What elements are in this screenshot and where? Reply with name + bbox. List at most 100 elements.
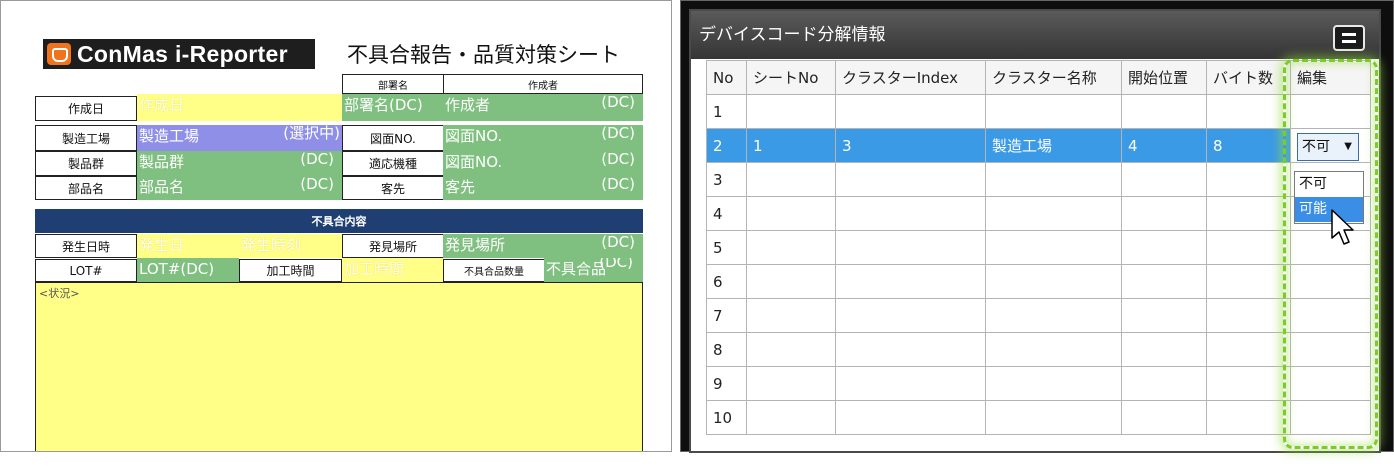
cell-sheet[interactable]	[746, 196, 836, 231]
cell-index[interactable]	[835, 94, 986, 129]
table-row[interactable]: 3	[706, 162, 1371, 197]
cell-name[interactable]	[985, 162, 1122, 197]
product-group-field[interactable]: 製品群 (DC)	[137, 151, 342, 176]
cell-no[interactable]: 7	[706, 298, 747, 333]
cell-start[interactable]	[1121, 230, 1207, 265]
lot-field[interactable]: LOT#(DC)	[137, 258, 239, 282]
table-row[interactable]: 2 1 3 製造工場 4 8 不可 ▼	[706, 128, 1371, 163]
cell-sheet[interactable]	[746, 332, 836, 367]
processing-time-field[interactable]: 加工時間	[342, 258, 444, 282]
part-name-field[interactable]: 部品名 (DC)	[137, 176, 342, 200]
cell-name[interactable]	[985, 196, 1122, 231]
cell-no[interactable]: 2	[706, 128, 747, 163]
table-row[interactable]: 5	[706, 230, 1371, 265]
cell-sheet[interactable]	[746, 298, 836, 333]
cell-edit[interactable]	[1290, 298, 1371, 333]
table-row[interactable]: 9	[706, 366, 1371, 401]
cell-no[interactable]: 8	[706, 332, 747, 367]
cell-name[interactable]	[985, 366, 1122, 401]
table-row[interactable]: 6	[706, 264, 1371, 299]
column-header-sheet-no[interactable]: シートNo	[746, 60, 836, 95]
cell-edit[interactable]	[1290, 366, 1371, 401]
cell-bytes[interactable]	[1206, 332, 1291, 367]
cell-start[interactable]	[1121, 298, 1207, 333]
column-header-no[interactable]: No	[706, 60, 747, 95]
cell-index[interactable]	[835, 230, 986, 265]
cell-edit[interactable]	[1290, 94, 1371, 129]
cell-bytes[interactable]	[1206, 400, 1291, 435]
cell-start[interactable]	[1121, 366, 1207, 401]
occurrence-time-field[interactable]: 発生時刻	[239, 234, 342, 258]
cell-start[interactable]	[1121, 162, 1207, 197]
cell-bytes[interactable]	[1206, 366, 1291, 401]
cell-start[interactable]: 4	[1121, 128, 1207, 163]
column-header-byte-count[interactable]: バイト数	[1206, 60, 1291, 95]
menu-button[interactable]	[1333, 25, 1365, 51]
defect-count-field[interactable]: 不具合品 (DC)	[544, 258, 643, 282]
cell-bytes[interactable]	[1206, 230, 1291, 265]
cell-name[interactable]: 製造工場	[985, 128, 1122, 163]
cell-index[interactable]	[835, 298, 986, 333]
cell-no[interactable]: 10	[706, 400, 747, 435]
cell-sheet[interactable]	[746, 366, 836, 401]
cell-index[interactable]	[835, 400, 986, 435]
cell-no[interactable]: 6	[706, 264, 747, 299]
cell-sheet[interactable]	[746, 400, 836, 435]
table-row[interactable]: 10	[706, 400, 1371, 435]
cell-no[interactable]: 4	[706, 196, 747, 231]
cell-no[interactable]: 5	[706, 230, 747, 265]
table-row[interactable]: 4	[706, 196, 1371, 231]
cell-edit[interactable]	[1290, 400, 1371, 435]
cell-name[interactable]	[985, 94, 1122, 129]
cell-sheet[interactable]	[746, 162, 836, 197]
cell-bytes[interactable]	[1206, 196, 1291, 231]
cell-start[interactable]	[1121, 264, 1207, 299]
cell-bytes[interactable]	[1206, 264, 1291, 299]
status-area[interactable]: <状況>	[35, 282, 643, 451]
cell-edit[interactable]	[1290, 332, 1371, 367]
factory-field[interactable]: 製造工場 (選択中)	[137, 125, 342, 151]
cell-name[interactable]	[985, 332, 1122, 367]
cell-name[interactable]	[985, 400, 1122, 435]
cell-index[interactable]	[835, 332, 986, 367]
column-header-cluster-name[interactable]: クラスター名称	[985, 60, 1122, 95]
cell-index[interactable]	[835, 162, 986, 197]
edit-select[interactable]: 不可 ▼	[1297, 133, 1359, 161]
dropdown-option-not-allowed[interactable]: 不可	[1295, 172, 1363, 197]
column-header-edit[interactable]: 編集	[1290, 60, 1371, 95]
department-field[interactable]: 部署名(DC)	[342, 94, 443, 121]
cell-bytes[interactable]	[1206, 298, 1291, 333]
cell-start[interactable]	[1121, 400, 1207, 435]
cell-bytes[interactable]	[1206, 162, 1291, 197]
drawing-no-field[interactable]: 図面NO. (DC)	[443, 125, 643, 151]
cell-no[interactable]: 9	[706, 366, 747, 401]
cell-bytes[interactable]	[1206, 94, 1291, 129]
cell-name[interactable]	[985, 264, 1122, 299]
cell-index[interactable]: 3	[835, 128, 986, 163]
column-header-cluster-index[interactable]: クラスターIndex	[835, 60, 986, 95]
cell-index[interactable]	[835, 264, 986, 299]
occurrence-date-field[interactable]: 発生日	[137, 234, 239, 258]
table-row[interactable]: 7	[706, 298, 1371, 333]
cell-no[interactable]: 3	[706, 162, 747, 197]
cell-name[interactable]	[985, 230, 1122, 265]
cell-index[interactable]	[835, 366, 986, 401]
customer-field[interactable]: 客先 (DC)	[443, 176, 643, 200]
author-field[interactable]: 作成者 (DC)	[443, 94, 643, 121]
column-header-start-position[interactable]: 開始位置	[1121, 60, 1207, 95]
cell-index[interactable]	[835, 196, 986, 231]
cell-sheet[interactable]	[746, 94, 836, 129]
cell-start[interactable]	[1121, 332, 1207, 367]
cell-bytes[interactable]: 8	[1206, 128, 1291, 163]
cell-start[interactable]	[1121, 196, 1207, 231]
cell-no[interactable]: 1	[706, 94, 747, 129]
cell-edit[interactable]	[1290, 264, 1371, 299]
cell-sheet[interactable]: 1	[746, 128, 836, 163]
cell-sheet[interactable]	[746, 230, 836, 265]
machine-field[interactable]: 図面NO. (DC)	[443, 151, 643, 176]
created-date-field[interactable]: 作成日	[137, 94, 342, 121]
table-row[interactable]: 8	[706, 332, 1371, 367]
discovery-place-field[interactable]: 発見場所 (DC)	[443, 234, 643, 258]
table-row[interactable]: 1	[706, 94, 1371, 129]
cell-sheet[interactable]	[746, 264, 836, 299]
